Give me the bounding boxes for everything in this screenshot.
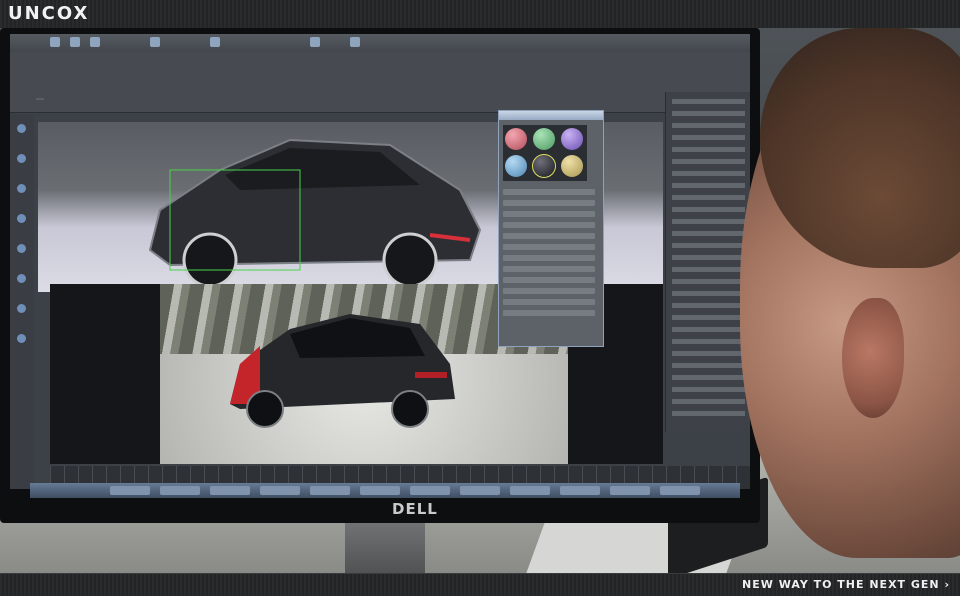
- site-logo[interactable]: UNCOX: [8, 3, 89, 24]
- panel-row: [672, 243, 745, 248]
- toolbar-icon: [310, 37, 320, 47]
- param-row: [503, 189, 595, 195]
- render-backdrop-left: [50, 284, 160, 464]
- panel-row: [672, 111, 745, 116]
- panel-row: [672, 315, 745, 320]
- taskbar-item: [210, 486, 250, 495]
- top-bar: UNCOX: [0, 0, 960, 29]
- panel-row: [672, 399, 745, 404]
- panel-row: [672, 363, 745, 368]
- photo: DELL: [0, 28, 960, 573]
- tool-icon: [17, 334, 26, 343]
- tool-icon: [17, 244, 26, 253]
- param-row: [503, 233, 595, 239]
- taskbar-item: [510, 486, 550, 495]
- monitor-brand-logo: DELL: [392, 500, 438, 518]
- panel-row: [672, 411, 745, 416]
- tool-icon: [17, 184, 26, 193]
- panel-row: [672, 375, 745, 380]
- panel-row: [672, 267, 745, 272]
- bottom-bar: NEW WAY TO THE NEXT GEN ›: [0, 573, 960, 596]
- panel-row: [672, 195, 745, 200]
- monitor-screen: [10, 34, 750, 489]
- material-sphere[interactable]: [561, 155, 583, 177]
- param-row: [503, 255, 595, 261]
- taskbar-item: [460, 486, 500, 495]
- param-row: [503, 200, 595, 206]
- panel-row: [672, 135, 745, 140]
- panel-row: [672, 123, 745, 128]
- param-row: [503, 310, 595, 316]
- taskbar-item: [560, 486, 600, 495]
- tool-icon: [17, 124, 26, 133]
- taskbar-item: [610, 486, 650, 495]
- material-sphere[interactable]: [533, 128, 555, 150]
- material-parameters: [503, 189, 595, 321]
- taskbar-item: [260, 486, 300, 495]
- panel-row: [672, 339, 745, 344]
- tool-icon: [17, 304, 26, 313]
- left-toolbar: [10, 114, 34, 489]
- material-editor-titlebar[interactable]: [499, 111, 603, 120]
- material-sphere[interactable]: [505, 128, 527, 150]
- monitor: DELL: [0, 28, 760, 523]
- panel-row: [672, 207, 745, 212]
- material-slots: [503, 125, 587, 181]
- param-row: [503, 266, 595, 272]
- param-row: [503, 277, 595, 283]
- taskbar-item: [360, 486, 400, 495]
- toolbar-icon: [210, 37, 220, 47]
- panel-row: [672, 279, 745, 284]
- param-row: [503, 222, 595, 228]
- toolbar-icon: [150, 37, 160, 47]
- panel-row: [672, 255, 745, 260]
- ribbon: [10, 52, 750, 113]
- panel-row: [672, 147, 745, 152]
- toolbar-icon: [50, 37, 60, 47]
- material-sphere-selected[interactable]: [532, 154, 556, 178]
- command-panel: [665, 92, 750, 432]
- panel-row: [672, 387, 745, 392]
- monitor-stand: [345, 523, 425, 573]
- toolbar-icon: [70, 37, 80, 47]
- taskbar-item: [310, 486, 350, 495]
- panel-row: [672, 99, 745, 104]
- param-row: [503, 299, 595, 305]
- panel-row: [672, 231, 745, 236]
- taskbar-item: [110, 486, 150, 495]
- taskbar-item: [410, 486, 450, 495]
- param-row: [503, 288, 595, 294]
- param-row: [503, 244, 595, 250]
- tool-icon: [17, 214, 26, 223]
- panel-row: [672, 183, 745, 188]
- os-taskbar: [30, 483, 740, 498]
- material-editor-window[interactable]: [498, 110, 604, 347]
- panel-row: [672, 327, 745, 332]
- tool-icon: [17, 154, 26, 163]
- material-sphere[interactable]: [505, 155, 527, 177]
- taskbar-item: [160, 486, 200, 495]
- person-ear: [842, 298, 904, 418]
- tagline-link[interactable]: NEW WAY TO THE NEXT GEN ›: [742, 578, 950, 591]
- panel-row: [672, 219, 745, 224]
- ribbon-panel-label: [36, 98, 44, 100]
- taskbar-item: [660, 486, 700, 495]
- panel-row: [672, 351, 745, 356]
- param-row: [503, 211, 595, 217]
- toolbar-icon: [90, 37, 100, 47]
- panel-row: [672, 171, 745, 176]
- tool-icon: [17, 274, 26, 283]
- panel-row: [672, 159, 745, 164]
- car-wireframe: [148, 138, 482, 288]
- app-toolbar: [10, 34, 750, 52]
- toolbar-icon: [350, 37, 360, 47]
- panel-row: [672, 303, 745, 308]
- material-sphere[interactable]: [561, 128, 583, 150]
- panel-row: [672, 291, 745, 296]
